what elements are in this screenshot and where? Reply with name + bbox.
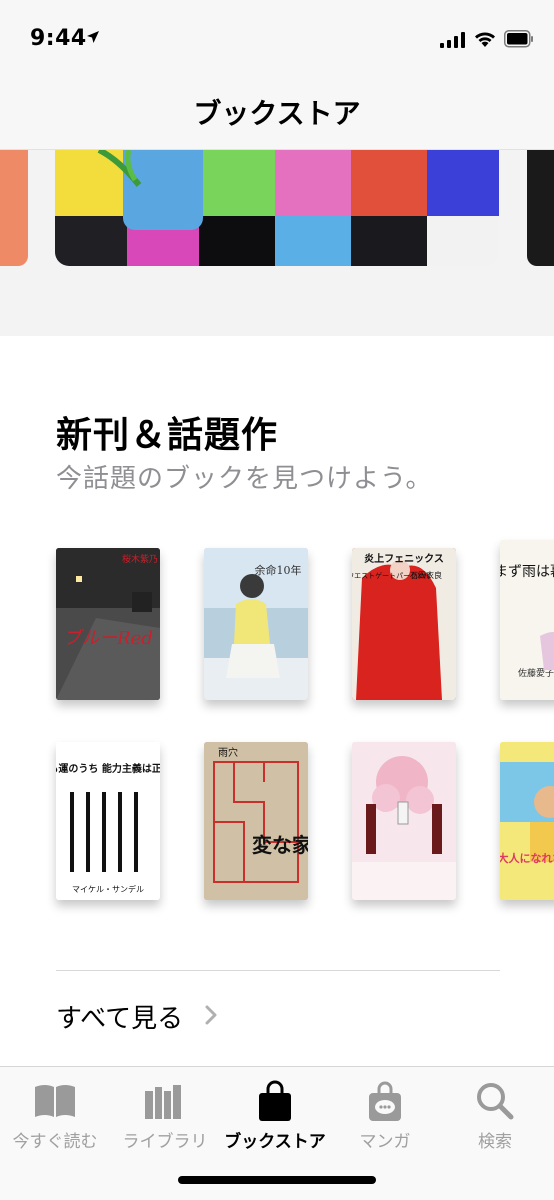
book-author-text: マイケル・サンデル	[72, 884, 144, 894]
book-title-text: 余命10年	[255, 563, 302, 577]
search-icon	[477, 1083, 514, 1120]
book-title-text: やまず雨は暮れず	[500, 564, 554, 580]
chevron-right-icon[interactable]	[204, 1004, 218, 1026]
library-icon	[145, 1085, 181, 1119]
book-cover-yomei-10-nen[interactable]: 余命10年	[204, 548, 308, 700]
manga-bag-icon	[369, 1081, 401, 1121]
book-title-text: 変な家	[252, 833, 308, 857]
shopping-bag-icon	[259, 1080, 291, 1121]
banner-previous[interactable]	[0, 150, 28, 266]
new-and-trending-section: 新刊＆話題作 今話題のブックを見つけよう。 ブルーRed 桜木紫乃 余命10年	[0, 336, 554, 1066]
book-author-text: 桜木紫乃	[122, 553, 158, 565]
featured-banner-carousel[interactable]	[0, 150, 554, 336]
tab-read-now[interactable]: 今すぐ読む	[0, 1067, 110, 1167]
book-cover-blue-red[interactable]: ブルーRed 桜木紫乃	[56, 548, 160, 700]
book-cover-enjou-phoenix[interactable]: 炎上フェニックス 石田衣良 池袋ウエストゲートパークXVII	[352, 548, 456, 700]
book-cover-otona-ni-narenai[interactable]: 大人になれない	[500, 742, 554, 900]
section-subtitle: 今話題のブックを見つけよう。	[56, 464, 433, 494]
location-arrow-icon	[87, 31, 99, 43]
book-cover-hen-na-ie[interactable]: 雨穴 変な家	[204, 742, 308, 900]
book-title-text: ブルーRed	[63, 628, 153, 649]
navigation-bar: ブックストア	[0, 82, 554, 150]
status-bar: 9:44	[0, 0, 554, 82]
featured-banner[interactable]	[55, 150, 499, 266]
book-cover-jitsuryoku-mo-un-no-uchi[interactable]: 実力も運のうち 能力主義は正義か? マイケル・サンデル	[56, 742, 160, 900]
book-cover-yamazu-ame[interactable]: やまず雨は暮れず 佐藤愛子	[500, 540, 554, 700]
book-author-text: 雨穴	[218, 746, 238, 759]
tab-label: 検索	[478, 1132, 512, 1152]
tab-library[interactable]: ライブラリ	[110, 1067, 220, 1167]
book-cover-pink-flowers[interactable]	[352, 742, 456, 900]
tab-label: マンガ	[359, 1132, 411, 1152]
see-all-link[interactable]: すべて見る	[56, 998, 183, 1035]
book-subtitle-text: 池袋ウエストゲートパークXVII	[352, 571, 431, 580]
page-title: ブックストア	[193, 97, 361, 130]
section-divider	[56, 970, 500, 971]
tab-label: ブックストア	[224, 1132, 326, 1152]
cellular-signal-icon	[440, 32, 465, 48]
book-title-text: 炎上フェニックス	[364, 552, 444, 565]
tab-label: 今すぐ読む	[12, 1132, 98, 1152]
tab-search[interactable]: 検索	[440, 1067, 550, 1167]
book-title-text: 大人になれない	[500, 851, 554, 865]
wifi-icon	[475, 32, 495, 47]
tab-book-store[interactable]: ブックストア	[220, 1067, 330, 1167]
banner-next[interactable]	[527, 150, 554, 266]
home-indicator[interactable]	[178, 1176, 376, 1184]
battery-icon	[504, 30, 533, 48]
tab-manga[interactable]: マンガ	[330, 1067, 440, 1167]
book-open-icon	[35, 1085, 75, 1117]
section-title: 新刊＆話題作	[56, 415, 279, 456]
tab-label: ライブラリ	[122, 1132, 208, 1152]
status-time: 9:44	[30, 26, 87, 51]
book-title-text: 実力も運のうち 能力主義は正義か?	[56, 762, 160, 775]
